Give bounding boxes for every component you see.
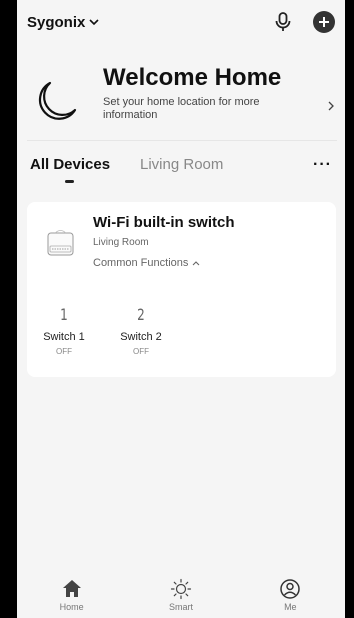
device-card[interactable]: Wi-Fi built-in switch Living Room Common… — [27, 202, 336, 377]
home-icon — [62, 580, 81, 597]
switch-2-button[interactable]: 2 Switch 2 OFF — [106, 305, 176, 356]
switch-device-icon — [47, 230, 74, 256]
app-screen: Sygonix Welcome Home Set your home locat… — [17, 0, 345, 618]
device-room: Living Room — [93, 237, 149, 248]
nav-home[interactable]: Home — [17, 572, 126, 618]
switch-2-label: Switch 2 — [120, 331, 162, 343]
header: Sygonix — [17, 0, 345, 44]
switch-1-label: Switch 1 — [43, 331, 85, 343]
plus-icon — [319, 17, 329, 27]
nav-smart-label: Smart — [168, 602, 193, 612]
more-options-icon[interactable]: ··· — [313, 156, 332, 174]
active-tab-indicator — [65, 180, 74, 183]
chevron-right-icon[interactable] — [327, 100, 335, 112]
microphone-icon[interactable] — [273, 11, 293, 33]
device-name: Wi-Fi built-in switch — [93, 214, 235, 231]
common-functions-toggle[interactable]: Common Functions — [93, 257, 200, 269]
chevron-up-icon — [192, 261, 200, 266]
nav-smart[interactable]: Smart — [126, 572, 235, 618]
welcome-banner[interactable]: Welcome Home Set your home location for … — [17, 58, 345, 140]
room-tabs: All Devices Living Room ··· — [17, 152, 345, 188]
switch-1-state: OFF — [56, 347, 72, 356]
switch-1-number: 1 — [60, 305, 68, 324]
switch-1-button[interactable]: 1 Switch 1 OFF — [29, 305, 99, 356]
nav-me[interactable]: Me — [236, 572, 345, 618]
divider — [27, 140, 337, 141]
switch-2-number: 2 — [137, 305, 145, 324]
home-selector[interactable]: Sygonix — [27, 14, 99, 31]
common-functions-label: Common Functions — [93, 257, 189, 269]
moon-icon — [38, 81, 77, 120]
tab-living-room[interactable]: Living Room — [140, 156, 223, 173]
nav-me-label: Me — [284, 602, 297, 612]
sun-icon — [170, 578, 192, 600]
welcome-title: Welcome Home — [103, 64, 282, 91]
user-icon — [280, 579, 301, 599]
nav-home-label: Home — [59, 602, 84, 612]
switch-2-state: OFF — [133, 347, 149, 356]
add-device-button[interactable] — [313, 11, 335, 33]
home-name: Sygonix — [27, 13, 86, 31]
welcome-subtitle: Set your home location for more informat… — [103, 96, 260, 121]
bottom-navigation: Home Smart Me — [17, 572, 345, 618]
tab-all-devices[interactable]: All Devices — [30, 156, 110, 173]
chevron-down-icon — [89, 19, 99, 26]
